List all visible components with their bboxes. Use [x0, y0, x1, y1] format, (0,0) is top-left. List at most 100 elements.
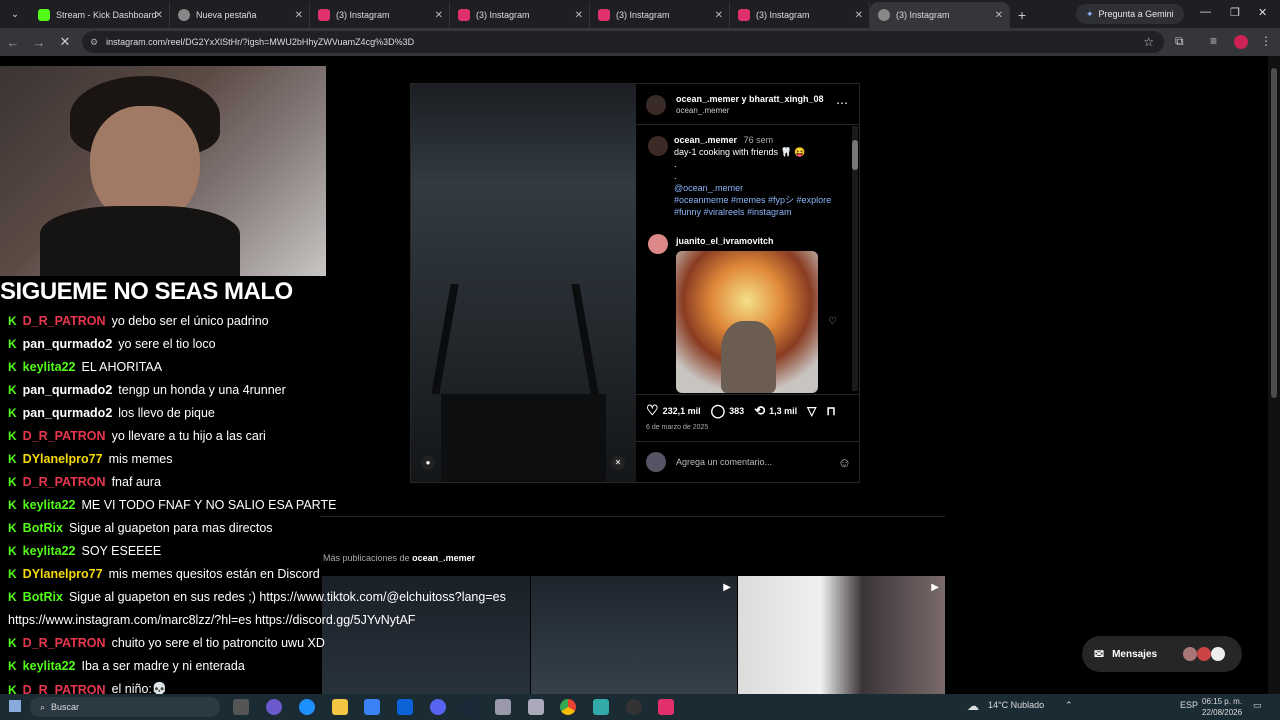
steam-icon[interactable] — [462, 699, 478, 715]
extensions-icon[interactable]: ⧉ — [1175, 34, 1184, 49]
user-tag-icon[interactable]: ● — [421, 456, 435, 470]
app-icon[interactable] — [495, 699, 511, 715]
caption-mention[interactable]: @ocean_.memer — [674, 183, 743, 193]
app-icon[interactable] — [593, 699, 609, 715]
close-icon[interactable]: ✕ — [855, 10, 863, 21]
chat-username[interactable]: D_R_PATRON — [23, 636, 106, 650]
tab-5[interactable]: (3) Instagram ✕ — [730, 2, 870, 28]
store-icon[interactable] — [364, 699, 380, 715]
address-bar[interactable]: ⚙ instagram.com/reel/DG2YxXlStHr/?igsh=M… — [82, 31, 1164, 53]
discord-icon[interactable] — [430, 699, 446, 715]
repost-icon[interactable]: ⟲ — [754, 403, 765, 419]
mute-icon[interactable]: ✕ — [611, 456, 625, 470]
instagram-icon[interactable] — [658, 699, 674, 715]
chat-username[interactable]: D_R_PATRON — [23, 429, 106, 443]
add-comment-input[interactable]: Agrega un comentario... — [676, 457, 828, 467]
tray-chevron-icon[interactable]: ⌃ — [1065, 700, 1073, 711]
comment-icon[interactable]: ◯ — [711, 403, 726, 419]
chat-username[interactable]: DYlanelpro77 — [23, 567, 103, 581]
notifications-icon[interactable]: ▭ — [1253, 700, 1262, 711]
page-scrollbar[interactable] — [1268, 56, 1280, 694]
save-bookmark-icon[interactable]: ⊓ — [826, 404, 835, 418]
chat-username[interactable]: pan_qurmado2 — [23, 406, 113, 420]
profile-avatar[interactable] — [1234, 35, 1248, 49]
chat-username[interactable]: BotRix — [23, 590, 63, 604]
stop-loading-icon[interactable]: ✕ — [52, 34, 78, 50]
chat-username[interactable]: DYlanelpro77 — [23, 452, 103, 466]
copilot-icon[interactable] — [266, 699, 282, 715]
tab-1[interactable]: Nueva pestaña ✕ — [170, 2, 310, 28]
heart-icon[interactable]: ♡ — [646, 402, 659, 419]
gemini-button[interactable]: ✦ Pregunta a Gemini — [1076, 4, 1184, 24]
comment-user[interactable]: juanito_el_ivramovitch — [676, 236, 774, 246]
app-icon[interactable] — [528, 699, 544, 715]
chat-username[interactable]: keylita22 — [23, 659, 76, 673]
chat-username[interactable]: pan_qurmado2 — [23, 337, 113, 351]
tab-3[interactable]: (3) Instagram ✕ — [450, 2, 590, 28]
clock-date[interactable]: 22/08/2026 — [1202, 707, 1242, 718]
like-comment-heart-icon[interactable]: ♡ — [828, 316, 837, 327]
caption-hashtags[interactable]: #funny #viralreels #instagram — [674, 207, 792, 217]
close-icon[interactable]: ✕ — [295, 10, 303, 21]
start-windows-icon[interactable] — [9, 700, 21, 712]
bookmark-star-icon[interactable]: ☆ — [1143, 35, 1154, 49]
chat-username[interactable]: D_R_PATRON — [23, 314, 106, 328]
file-explorer-icon[interactable] — [332, 699, 348, 715]
clock-time[interactable]: 06:15 p. m. — [1202, 696, 1242, 707]
likes-count[interactable]: 232,1 mil — [663, 406, 701, 416]
tab-search-chevron-icon[interactable]: ⌄ — [0, 0, 30, 28]
close-icon[interactable]: ✕ — [575, 10, 583, 21]
gemini-label: Pregunta a Gemini — [1098, 9, 1174, 19]
outlook-icon[interactable] — [397, 699, 413, 715]
chat-username[interactable]: keylita22 — [23, 498, 76, 512]
chat-username[interactable]: D_R_PATRON — [23, 683, 106, 695]
comments-scrollbar[interactable] — [852, 126, 858, 391]
chat-message: Kpan_qurmado2 los llevo de pique — [8, 406, 215, 420]
new-tab-button[interactable]: + — [1010, 2, 1034, 28]
author-names[interactable]: ocean_.memer y bharatt_xingh_08 — [676, 94, 824, 104]
close-icon[interactable]: ✕ — [995, 10, 1003, 21]
chat-text: fnaf aura — [111, 475, 161, 489]
menu-kebab-icon[interactable]: ⋮ — [1260, 34, 1272, 48]
share-send-icon[interactable]: ▽ — [807, 404, 816, 418]
tab-strip: ⌄ Stream - Kick Dashboard ✕ Nueva pestaña… — [0, 0, 1280, 28]
weather-text[interactable]: 14°C Nublado — [988, 700, 1044, 710]
caption-hashtags[interactable]: #oceanmeme #memes #fypシ #explore — [674, 195, 831, 205]
reading-list-icon[interactable]: ≡ — [1210, 34, 1217, 48]
more-post-thumb[interactable]: ▶ — [738, 576, 945, 694]
chat-username[interactable]: keylita22 — [23, 360, 76, 374]
post-options-icon[interactable]: ⋯ — [836, 96, 848, 110]
tab-6-active[interactable]: (3) Instagram ✕ — [870, 2, 1010, 28]
minimize-icon[interactable]: — — [1200, 6, 1211, 18]
tab-0[interactable]: Stream - Kick Dashboard ✕ — [30, 2, 170, 28]
edge-icon[interactable] — [299, 699, 315, 715]
close-icon[interactable]: ✕ — [435, 10, 443, 21]
reel-video[interactable]: ● ✕ — [411, 84, 636, 482]
forward-icon[interactable]: → — [26, 35, 52, 50]
restore-icon[interactable]: ❐ — [1230, 6, 1240, 19]
caption-user[interactable]: ocean_.memer — [674, 135, 737, 145]
chat-username[interactable]: pan_qurmado2 — [23, 383, 113, 397]
chat-username[interactable]: keylita22 — [23, 544, 76, 558]
chat-username[interactable]: BotRix — [23, 521, 63, 535]
language-indicator[interactable]: ESP — [1180, 700, 1198, 710]
chat-username[interactable]: D_R_PATRON — [23, 475, 106, 489]
caption-avatar[interactable] — [648, 136, 668, 156]
more-posts-user[interactable]: ocean_.memer — [412, 553, 475, 563]
window-close-icon[interactable]: ✕ — [1258, 6, 1267, 19]
obs-icon[interactable] — [626, 699, 642, 715]
taskbar-search[interactable]: ⌕ Buscar — [30, 697, 220, 717]
more-post-thumb[interactable]: ▶ — [531, 576, 737, 694]
commenter-avatar[interactable] — [648, 234, 668, 254]
emoji-icon[interactable]: ☺ — [838, 455, 851, 470]
back-icon[interactable]: ← — [0, 35, 26, 50]
tab-2[interactable]: (3) Instagram ✕ — [310, 2, 450, 28]
tab-4[interactable]: (3) Instagram ✕ — [590, 2, 730, 28]
close-icon[interactable]: ✕ — [155, 10, 163, 21]
site-info-icon[interactable]: ⚙ — [90, 37, 98, 48]
task-view-icon[interactable] — [233, 699, 249, 715]
messages-button[interactable]: ✉ Mensajes 3 — [1082, 636, 1242, 672]
close-icon[interactable]: ✕ — [715, 10, 723, 21]
author-avatar[interactable] — [646, 94, 666, 115]
chrome-icon[interactable] — [560, 699, 576, 715]
